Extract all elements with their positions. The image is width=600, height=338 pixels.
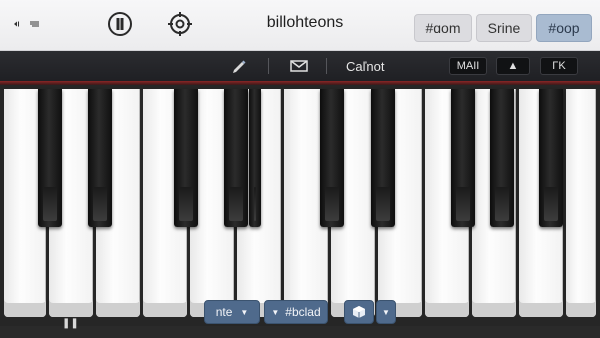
chevron-down-icon: ▼: [382, 307, 390, 317]
chevron-down-icon: ▼: [271, 307, 280, 317]
top-toolbar: billohteons #ɑom Srine #oop: [0, 0, 600, 51]
keyboard-top-rail: [0, 81, 600, 85]
separator: [268, 58, 269, 74]
black-key[interactable]: [224, 89, 248, 227]
up-arrow-button[interactable]: ▲: [496, 57, 530, 75]
black-key[interactable]: [38, 89, 62, 227]
window-title: billohteons: [266, 14, 344, 31]
pause-small-icon: ❚❚: [62, 318, 79, 329]
mail-button[interactable]: MAII: [449, 57, 487, 75]
white-key[interactable]: [566, 89, 596, 317]
cube-options-dropdown[interactable]: ▼: [376, 300, 396, 324]
preset-dropdown[interactable]: ▼ #bclad: [264, 300, 328, 324]
secondary-toolbar: Caľnot MAII ▲ ΓK: [0, 51, 600, 81]
status-text: Caľnot: [346, 59, 385, 74]
footer-strip: [0, 326, 600, 338]
mode-label: nte: [215, 305, 233, 319]
target-icon[interactable]: [166, 10, 194, 38]
black-key[interactable]: [451, 89, 475, 227]
pencil-icon[interactable]: [230, 58, 248, 74]
black-key[interactable]: [490, 89, 514, 227]
separator: [326, 58, 327, 74]
preset-label: #bclad: [285, 305, 321, 319]
cube-icon: [353, 306, 365, 318]
play-list-icon[interactable]: [12, 10, 40, 38]
black-key[interactable]: [539, 89, 563, 227]
segment-1[interactable]: Srine: [476, 14, 532, 42]
envelope-icon[interactable]: [289, 58, 309, 74]
segment-0[interactable]: #ɑom: [414, 14, 472, 42]
mode-dropdown[interactable]: nte ▼: [204, 300, 260, 324]
chevron-down-icon: ▼: [240, 307, 249, 317]
pause-icon[interactable]: [106, 10, 134, 38]
gk-button[interactable]: ΓK: [540, 57, 578, 75]
black-key[interactable]: [249, 89, 261, 227]
black-key[interactable]: [88, 89, 112, 227]
black-key[interactable]: [174, 89, 198, 227]
black-key[interactable]: [320, 89, 344, 227]
cube-button[interactable]: [344, 300, 374, 324]
black-key[interactable]: [371, 89, 395, 227]
segment-2-active[interactable]: #oop: [536, 14, 592, 42]
piano-keyboard: [0, 81, 600, 326]
